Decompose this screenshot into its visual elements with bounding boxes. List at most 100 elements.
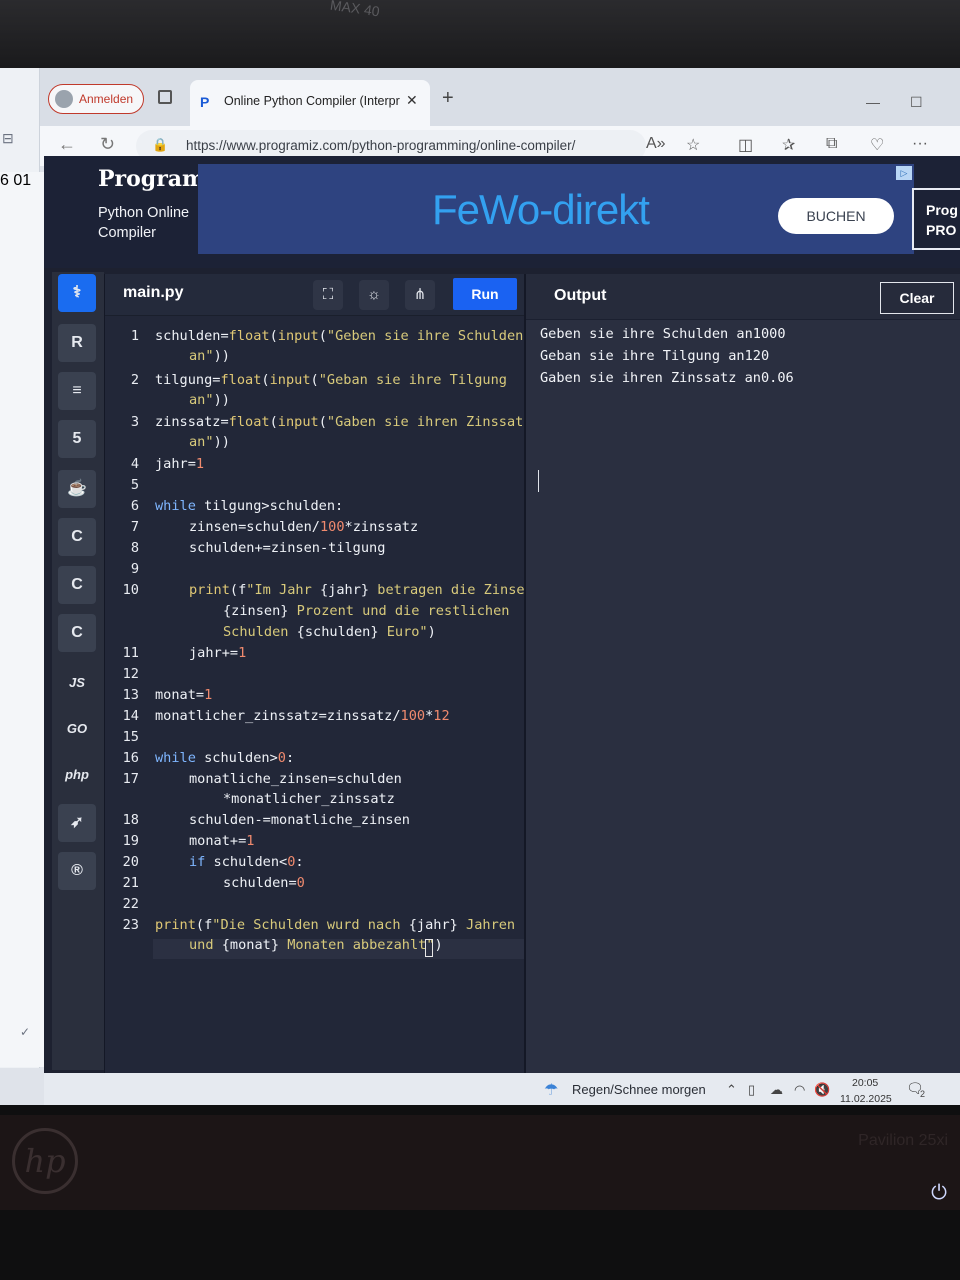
line-number: 5 [130, 477, 139, 493]
line-number: 23 [122, 917, 139, 933]
output-panel[interactable]: Output Clear Geben sie ihre Schulden an1… [524, 274, 960, 1076]
adchoices-icon[interactable]: ▷ [896, 166, 912, 180]
code-line: *monatlicher_zinssatz [223, 791, 395, 807]
code-line: if schulden<0: [189, 854, 304, 870]
monitor-top-bezel: MAX 40 [0, 0, 960, 68]
line-number: 14 [122, 708, 139, 724]
power-icon[interactable]: ⏻ [928, 1182, 950, 1204]
fullscreen-icon[interactable]: ⛶ [313, 280, 343, 310]
url-text: https://www.programiz.com/python-program… [186, 138, 576, 153]
csharp-language-icon[interactable]: C [58, 614, 96, 652]
line-number: 21 [122, 875, 139, 891]
clock-time[interactable]: 20:05 [852, 1077, 878, 1089]
rust-icon[interactable]: ® [58, 852, 96, 890]
new-tab-icon[interactable]: + [442, 88, 454, 108]
swift-icon[interactable]: ➶ [58, 804, 96, 842]
programiz-page: Programiz Python Online Compiler FeWo-di… [44, 156, 960, 1086]
ad-book-button[interactable]: BUCHEN [778, 198, 894, 234]
cpp-language-icon[interactable]: C [58, 566, 96, 604]
html5-icon[interactable]: 5 [58, 420, 96, 458]
code-line: monatlicher_zinssatz=zinssatz/100*12 [155, 708, 450, 724]
minimize-icon[interactable]: — [866, 94, 880, 110]
ad-banner[interactable]: FeWo-direkt BUCHEN ▷ [198, 164, 914, 254]
code-line: schulden=float(input("Geben sie ihre Sch… [155, 328, 524, 344]
language-rail: ⚕ R ≡ 5 ☕ C C C JS GO php ➶ ® [52, 272, 104, 1070]
line-number: 4 [130, 456, 139, 472]
code-line: print(f"Im Jahr {jahr} betragen die Zins… [189, 582, 533, 598]
share-icon[interactable]: ⋔ [405, 280, 435, 310]
code-line: tilgung=float(input("Geban sie ihre Tilg… [155, 372, 507, 388]
side-panel: 6 01 ✓ [0, 172, 48, 1067]
profile-label: Anmelden [79, 92, 134, 106]
code-line: zinsen=schulden/100*zinssatz [189, 519, 419, 535]
file-tab[interactable]: main.py [123, 284, 183, 302]
tab-title: Online Python Compiler (Interpreter) [224, 94, 400, 108]
output-title: Output [554, 287, 607, 304]
hp-logo: hp [12, 1128, 78, 1194]
device-icon[interactable]: ▯ [748, 1082, 755, 1098]
r-language-icon[interactable]: R [58, 324, 96, 362]
programiz-pro-promo[interactable]: Prog PRO [912, 188, 960, 250]
chevron-up-icon[interactable]: ⌃ [726, 1082, 737, 1098]
volume-muted-icon[interactable]: 🔇 [814, 1082, 830, 1098]
code-line: schulden+=zinsen-tilgung [189, 540, 386, 556]
output-caret [538, 470, 539, 492]
sidebar-number: 6 [0, 172, 9, 189]
code-line: an")) [189, 392, 230, 408]
go-icon[interactable]: GO [58, 710, 96, 748]
line-number: 3 [130, 414, 139, 430]
python-icon[interactable]: ⚕ [58, 274, 96, 312]
line-number: 17 [122, 771, 139, 787]
run-button[interactable]: Run [453, 278, 517, 310]
clock-date[interactable]: 11.02.2025 [840, 1093, 892, 1105]
code-editor[interactable]: main.py ⛶ ☼ ⋔ Run 1 2 3 4 5 6 7 8 9 10 1… [104, 274, 533, 1076]
sql-database-icon[interactable]: ≡ [58, 372, 96, 410]
code-line: monat=1 [155, 687, 213, 703]
maximize-icon[interactable]: ☐ [910, 94, 923, 111]
tab-active[interactable]: P Online Python Compiler (Interpreter) ✕ [190, 80, 430, 126]
c-language-icon[interactable]: C [58, 518, 96, 556]
sidebar-toggle-icon[interactable]: ⊟ [2, 130, 14, 147]
weather-rain-icon[interactable]: ☂ [544, 1080, 558, 1100]
favorite-star-icon[interactable]: ☆ [686, 135, 700, 155]
output-line: Gaben sie ihren Zinssatz an0.06 [540, 370, 794, 386]
cloud-icon[interactable]: ☁ [770, 1082, 783, 1098]
tab-close-icon[interactable]: ✕ [406, 92, 418, 109]
theme-toggle-icon[interactable]: ☼ [359, 280, 389, 310]
code-line: {zinsen} Prozent und die restlichen [223, 603, 510, 619]
profile-button[interactable]: Anmelden [48, 84, 144, 114]
line-number: 20 [122, 854, 139, 870]
php-icon[interactable]: php [58, 756, 96, 794]
line-number: 18 [122, 812, 139, 828]
wifi-icon[interactable]: ◠ [794, 1082, 805, 1098]
refresh-icon[interactable]: ↻ [100, 134, 115, 155]
split-screen-icon[interactable]: ◫ [738, 135, 753, 155]
code-area[interactable]: 1 2 3 4 5 6 7 8 9 10 11 12 13 14 15 16 1… [105, 320, 533, 1060]
java-icon[interactable]: ☕ [58, 470, 96, 508]
monitor-stand-label: MAX 40 [329, 0, 381, 20]
clear-button[interactable]: Clear [880, 282, 954, 314]
site-subtitle: Python Online [98, 205, 190, 221]
back-icon[interactable]: ← [58, 134, 76, 155]
collections-icon[interactable]: ⧉ [826, 135, 837, 153]
weather-text[interactable]: Regen/Schnee morgen [572, 1082, 706, 1097]
javascript-icon[interactable]: JS [58, 664, 96, 702]
line-number: 10 [122, 582, 139, 598]
tab-actions-icon[interactable] [158, 90, 172, 104]
read-aloud-icon[interactable]: A» [646, 135, 666, 153]
code-line: Schulden {schulden} Euro") [223, 624, 436, 640]
line-number: 9 [130, 561, 139, 577]
site-header: Programiz Python Online Compiler FeWo-di… [44, 156, 960, 268]
promo-line: PRO [926, 222, 957, 238]
line-number: 2 [130, 372, 139, 388]
lock-icon[interactable]: 🔒 [152, 137, 168, 153]
line-number: 12 [122, 666, 139, 682]
browser-essentials-icon[interactable]: ♡ [870, 135, 884, 155]
favorites-icon[interactable]: ✰ [782, 135, 795, 155]
line-number: 16 [122, 750, 139, 766]
more-menu-icon[interactable]: ··· [912, 135, 928, 153]
monitor-model-label: Pavilion 25xi [858, 1132, 948, 1149]
editor-toolbar: main.py ⛶ ☼ ⋔ Run [105, 274, 525, 316]
sidebar-number: 01 [13, 172, 32, 189]
code-line: monatliche_zinsen=schulden [189, 771, 402, 787]
